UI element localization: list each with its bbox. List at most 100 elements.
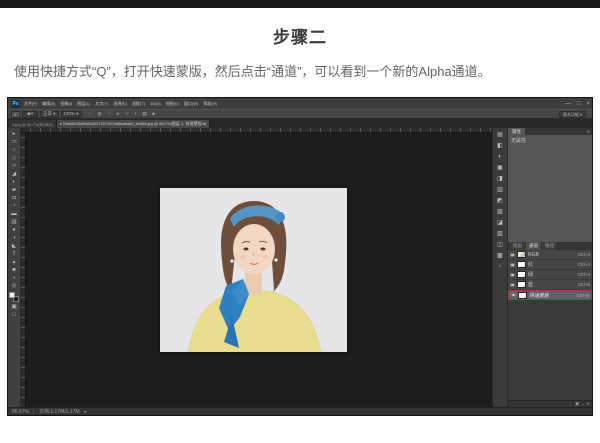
hand-tool-icon[interactable]: ◖ [8, 274, 20, 282]
tablet-size-icon[interactable]: ◕ [115, 111, 121, 117]
menu-item[interactable]: 图像(I) [59, 98, 73, 109]
current-tool-icon[interactable]: ◐ [11, 111, 20, 118]
visibility-eye-icon[interactable] [510, 273, 515, 277]
channel-thumbnail[interactable] [517, 251, 526, 258]
pressure-opacity-icon[interactable]: ◔ [106, 111, 112, 117]
menu-item[interactable]: 文件(F) [23, 98, 38, 109]
styles-panel-icon[interactable]: ▣ [497, 163, 503, 174]
close-icon[interactable]: × [586, 101, 590, 107]
eraser-tool-icon[interactable]: ▬ [8, 210, 20, 218]
status-options-arrow-icon[interactable]: ▸ [85, 409, 88, 415]
menu-bar: Ps 文件(F)编辑(E)图像(I)图层(L)文字(Y)选择(S)滤镜(T)3D… [8, 98, 592, 109]
load-selection-icon[interactable]: ◌ [569, 402, 572, 407]
clone-stamp-tool-icon[interactable]: ◘ [8, 194, 20, 202]
symmetry-icon[interactable]: ◈ [151, 111, 157, 117]
color-panel-icon[interactable]: ◨ [497, 174, 503, 185]
channel-name: 蓝 [528, 281, 533, 288]
opacity-dropdown[interactable]: 100% ▾ [61, 111, 82, 118]
panel-tab[interactable]: 通道 [526, 242, 541, 250]
minimize-icon[interactable]: — [565, 101, 571, 107]
navigator-panel-icon[interactable]: ▨ [497, 207, 503, 218]
zoom-tool-icon[interactable]: ◎ [8, 282, 20, 290]
move-tool-icon[interactable]: ▸ [8, 130, 20, 138]
menu-item[interactable]: 文字(Y) [94, 98, 109, 109]
photoshop-window: Ps 文件(F)编辑(E)图像(I)图层(L)文字(Y)选择(S)滤镜(T)3D… [8, 98, 592, 415]
menu-item[interactable]: 滤镜(T) [131, 98, 146, 109]
visibility-eye-icon[interactable] [510, 283, 515, 287]
character-panel-icon[interactable]: ▧ [497, 229, 503, 240]
crop-tool-icon[interactable]: ▱ [8, 162, 20, 170]
horizontal-ruler [21, 128, 492, 133]
channel-row[interactable]: 蓝 Ctrl+5 [508, 280, 592, 290]
panel-menu-icon[interactable]: ≡ [587, 129, 590, 135]
notes-panel-icon[interactable]: ▫ [499, 262, 501, 273]
color-swatches[interactable] [9, 292, 19, 302]
zoom-level-field[interactable]: 66.67% [12, 409, 34, 415]
window-controls: — □ × [565, 98, 590, 109]
timeline-panel-icon[interactable]: ▩ [497, 251, 503, 262]
menu-item[interactable]: 视图(V) [165, 98, 180, 109]
maximize-icon[interactable]: □ [577, 101, 581, 107]
menu-item[interactable]: 图层(L) [76, 98, 91, 109]
lasso-tool-icon[interactable]: ○ [8, 146, 20, 154]
screen-mode-icon[interactable]: □ [8, 311, 20, 319]
eyedropper-tool-icon[interactable]: ◢ [8, 170, 20, 178]
visibility-eye-icon[interactable] [510, 253, 515, 257]
channel-list: RGB Ctrl+2 红 Ctrl+3 绿 Ctrl+4 蓝 Ctrl+5 [508, 250, 592, 300]
channel-thumbnail[interactable] [517, 271, 526, 278]
visibility-eye-icon[interactable] [511, 293, 516, 297]
panel-empty-area [508, 300, 592, 400]
channel-row[interactable]: RGB Ctrl+2 [508, 250, 592, 260]
type-tool-icon[interactable]: T [8, 250, 20, 258]
pen-tool-icon[interactable]: ◣ [8, 242, 20, 250]
workspace-switcher[interactable]: 基本功能 ▾ [559, 111, 586, 118]
info-panel-icon[interactable]: ◩ [497, 196, 503, 207]
channel-thumbnail[interactable] [518, 292, 527, 299]
dodge-tool-icon[interactable]: ◑ [8, 234, 20, 242]
channel-row[interactable]: 绿 Ctrl+4 [508, 270, 592, 280]
brush-tool-icon[interactable]: ▰ [8, 186, 20, 194]
shape-tool-icon[interactable]: ■ [8, 266, 20, 274]
path-selection-tool-icon[interactable]: ▴ [8, 258, 20, 266]
quick-mask-mode-icon[interactable]: ▣ [8, 303, 20, 311]
channel-row[interactable]: 红 Ctrl+3 [508, 260, 592, 270]
brush-preset-picker[interactable]: ◉▾ [22, 111, 38, 118]
tab-properties[interactable]: 属性 [508, 128, 525, 135]
quick-selection-tool-icon[interactable]: ◇ [8, 154, 20, 162]
menu-item[interactable]: 3D(D) [149, 98, 162, 109]
visibility-eye-icon[interactable] [510, 263, 515, 267]
menu-item[interactable]: 选择(S) [112, 98, 127, 109]
menu-item[interactable]: 帮助(H) [202, 98, 218, 109]
collapsed-panel-dock: ▤◧◐▣◨▥◩▨◪▧◫▩▫ [492, 128, 507, 407]
menu-item[interactable]: 窗口(W) [183, 98, 199, 109]
channel-shortcut: Ctrl+2 [578, 252, 590, 257]
document-tab[interactable]: e79a6db25cf9a5c32272075b7c66ba5a8c_fw658… [57, 120, 210, 128]
history-brush-tool-icon[interactable]: ◔ [8, 202, 20, 210]
marquee-tool-icon[interactable]: ▭ [8, 138, 20, 146]
angle-icon[interactable]: ◗ [133, 111, 139, 117]
foreground-color-swatch[interactable] [9, 292, 15, 298]
panel-tab[interactable]: 路径 [542, 242, 557, 250]
gradient-tool-icon[interactable]: ▥ [8, 218, 20, 226]
spot-healing-tool-icon[interactable]: ◐ [8, 178, 20, 186]
smoothing-icon[interactable]: ◖ [124, 111, 130, 117]
new-channel-icon[interactable]: ▫ [582, 402, 584, 407]
history-panel-icon[interactable]: ▤ [497, 130, 503, 141]
flow-icon[interactable]: ◍ [97, 111, 103, 117]
brush-panel-toggle-icon[interactable]: ▤ [142, 111, 148, 117]
swatches-panel-icon[interactable]: ▥ [497, 185, 503, 196]
panel-tab[interactable]: 图层 [510, 242, 525, 250]
document-tab[interactable]: 1.jpg @ 66.7%(RGB/8) [9, 120, 57, 128]
properties-panel-icon[interactable]: ◧ [497, 141, 503, 152]
paragraph-panel-icon[interactable]: ◫ [497, 240, 503, 251]
mode-dropdown[interactable]: 正常 ▾ [40, 111, 59, 118]
blur-tool-icon[interactable]: ● [8, 226, 20, 234]
menu-item[interactable]: 编辑(E) [41, 98, 56, 109]
channel-row[interactable]: 快速蒙版 Ctrl+6 [508, 290, 592, 300]
adjustments-panel-icon[interactable]: ◐ [498, 152, 502, 163]
channel-thumbnail[interactable] [517, 281, 526, 288]
canvas-area[interactable] [21, 128, 492, 407]
airbrush-icon[interactable]: ◌ [88, 111, 94, 117]
clone-source-panel-icon[interactable]: ◪ [497, 218, 503, 229]
channel-thumbnail[interactable] [517, 261, 526, 268]
